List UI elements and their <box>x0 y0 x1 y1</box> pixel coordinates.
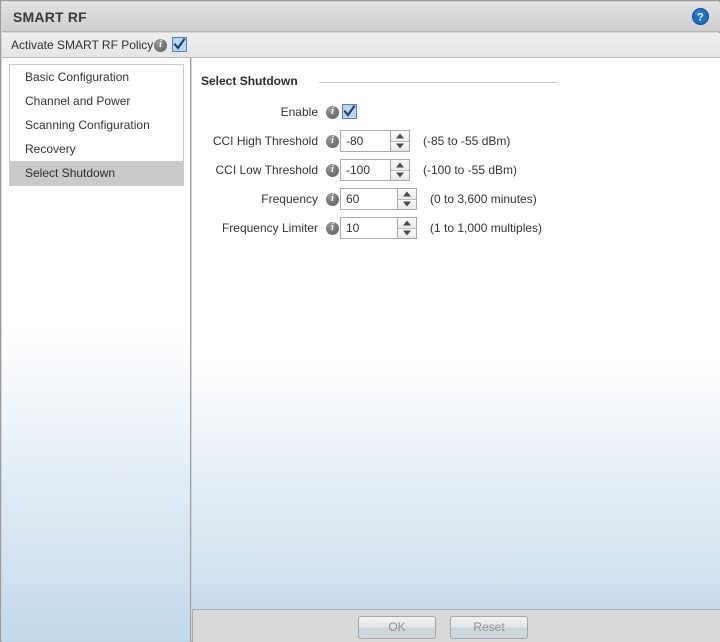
stepper-increment-button[interactable] <box>398 189 416 200</box>
form-row-frequency: Frequency 60 (0 to 3,600 minutes) <box>192 187 720 216</box>
help-circle-icon[interactable]: ? <box>692 8 709 25</box>
form-row-frequency-limiter: Frequency Limiter 10 (1 to 1,000 multipl… <box>192 216 720 245</box>
chevron-up-icon <box>396 133 404 139</box>
frequency-limiter-stepper[interactable]: 10 <box>340 217 417 239</box>
sidebar-item-label: Channel and Power <box>25 94 131 108</box>
cci-low-threshold-input[interactable]: -100 <box>341 160 390 180</box>
cci-high-threshold-input[interactable]: -80 <box>341 131 390 151</box>
chevron-down-icon <box>396 172 404 178</box>
field-label-cci-high-threshold: CCI High Threshold <box>212 134 318 148</box>
stepper-decrement-button[interactable] <box>398 228 416 238</box>
sidebar-item-recovery[interactable]: Recovery <box>10 137 183 161</box>
stepper-buttons <box>390 131 409 151</box>
sidebar-item-label: Basic Configuration <box>25 70 130 84</box>
section-title: Select Shutdown <box>201 74 298 88</box>
sidebar-item-select-shutdown[interactable]: Select Shutdown <box>10 161 183 185</box>
field-label-enable: Enable <box>280 105 318 119</box>
frequency-stepper[interactable]: 60 <box>340 188 417 210</box>
dialog-title: SMART RF <box>13 9 87 25</box>
field-hint-cci-high-threshold: (-85 to -55 dBm) <box>423 134 511 148</box>
smart-rf-dialog: SMART RF ? Activate SMART RF Policy Basi… <box>0 0 720 642</box>
form-row-cci-low-threshold: CCI Low Threshold -100 (-100 to -55 dBm) <box>192 158 720 187</box>
cci-low-threshold-stepper[interactable]: -100 <box>340 159 410 181</box>
sidebar-item-channel-and-power[interactable]: Channel and Power <box>10 89 183 113</box>
frequency-limiter-input[interactable]: 10 <box>341 218 397 238</box>
info-icon[interactable] <box>326 192 339 206</box>
main-panel: Select Shutdown Enable CCI High Threshol… <box>192 58 720 642</box>
settings-sidebar: Basic Configuration Channel and Power Sc… <box>2 58 191 642</box>
frequency-input[interactable]: 60 <box>341 189 397 209</box>
chevron-up-icon <box>403 191 411 197</box>
field-label-cci-low-threshold: CCI Low Threshold <box>215 163 319 177</box>
info-icon[interactable] <box>326 163 339 177</box>
sidebar-item-scanning-configuration[interactable]: Scanning Configuration <box>10 113 183 137</box>
activate-policy-row: Activate SMART RF Policy <box>2 33 720 58</box>
stepper-decrement-button[interactable] <box>391 170 409 180</box>
stepper-decrement-button[interactable] <box>398 199 416 209</box>
ok-button[interactable]: OK <box>358 616 436 639</box>
enable-checkbox[interactable] <box>342 104 357 119</box>
sidebar-item-list: Basic Configuration Channel and Power Sc… <box>9 64 184 186</box>
info-icon[interactable] <box>326 134 339 148</box>
activate-policy-checkbox[interactable] <box>172 37 187 52</box>
chevron-up-icon <box>403 220 411 226</box>
field-label-frequency-limiter: Frequency Limiter <box>221 221 318 235</box>
sidebar-item-label: Select Shutdown <box>25 166 116 180</box>
sidebar-item-label: Scanning Configuration <box>25 118 150 132</box>
info-icon[interactable] <box>326 221 339 235</box>
sidebar-item-label: Recovery <box>25 142 76 156</box>
chevron-down-icon <box>403 201 411 207</box>
field-hint-frequency-limiter: (1 to 1,000 multiples) <box>430 221 543 235</box>
stepper-increment-button[interactable] <box>391 131 409 142</box>
stepper-increment-button[interactable] <box>398 218 416 229</box>
cci-high-threshold-stepper[interactable]: -80 <box>340 130 410 152</box>
stepper-buttons <box>390 160 409 180</box>
dialog-titlebar: SMART RF ? <box>2 2 720 32</box>
chevron-up-icon <box>396 162 404 168</box>
activate-policy-label: Activate SMART RF Policy <box>11 38 154 52</box>
field-hint-frequency: (0 to 3,600 minutes) <box>430 192 537 206</box>
stepper-increment-button[interactable] <box>391 160 409 171</box>
svg-text:?: ? <box>697 12 704 24</box>
dialog-button-bar: OK Reset <box>192 609 720 642</box>
stepper-buttons <box>397 218 416 238</box>
form-row-cci-high-threshold: CCI High Threshold -80 (-85 to -55 dBm) <box>192 129 720 158</box>
form-row-enable: Enable <box>192 100 720 129</box>
field-label-frequency: Frequency <box>261 192 318 206</box>
info-icon[interactable] <box>154 38 167 52</box>
section-divider <box>319 82 557 83</box>
reset-button[interactable]: Reset <box>450 616 528 639</box>
stepper-decrement-button[interactable] <box>391 141 409 151</box>
info-icon[interactable] <box>326 105 339 119</box>
section-header: Select Shutdown <box>201 74 711 90</box>
chevron-down-icon <box>403 230 411 236</box>
chevron-down-icon <box>396 143 404 149</box>
stepper-buttons <box>397 189 416 209</box>
sidebar-item-basic-configuration[interactable]: Basic Configuration <box>10 65 183 89</box>
field-hint-cci-low-threshold: (-100 to -55 dBm) <box>423 163 518 177</box>
select-shutdown-form: Enable CCI High Threshold -80 <box>192 100 720 245</box>
